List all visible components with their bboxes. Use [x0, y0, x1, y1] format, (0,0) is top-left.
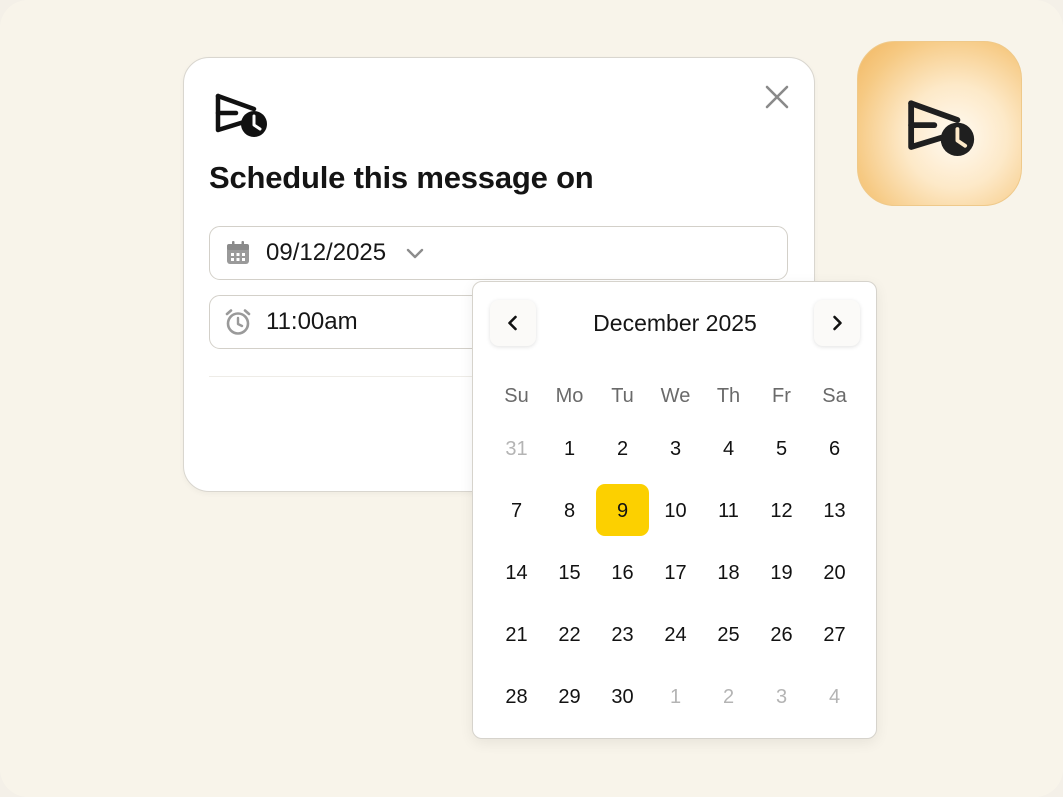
day-label: 22 — [558, 623, 581, 646]
day-cell[interactable]: 11 — [702, 480, 755, 542]
day-cell-selected[interactable]: 9 — [596, 480, 649, 542]
day-label: 9 — [616, 499, 629, 522]
day-label: 13 — [823, 499, 846, 522]
weekday-label: Fr — [772, 384, 791, 407]
date-field[interactable]: 09/12/2025 — [209, 226, 788, 280]
day-cell[interactable]: 29 — [543, 666, 596, 728]
day-cell[interactable]: 5 — [755, 418, 808, 480]
day-label: 30 — [611, 685, 634, 708]
day-cell[interactable]: 21 — [490, 604, 543, 666]
time-value: 11:00am — [266, 308, 358, 335]
app-icon-tile — [857, 41, 1022, 206]
day-label: 14 — [505, 561, 528, 584]
dialog-title: Schedule this message on — [209, 160, 594, 195]
day-label: 28 — [505, 685, 528, 708]
schedule-send-icon — [215, 93, 267, 137]
day-label: 5 — [775, 437, 788, 460]
day-cell[interactable]: 6 — [808, 418, 861, 480]
day-label: 17 — [664, 561, 687, 584]
day-label: 24 — [664, 623, 687, 646]
day-label: 16 — [611, 561, 634, 584]
day-label: 11 — [718, 499, 739, 522]
day-cell[interactable]: 13 — [808, 480, 861, 542]
weekday-header: Su Mo Tu We Th Fr Sa — [490, 370, 861, 422]
day-cell[interactable]: 22 — [543, 604, 596, 666]
day-cell[interactable]: 30 — [596, 666, 649, 728]
day-label: 27 — [823, 623, 846, 646]
weekday-label: Sa — [822, 384, 847, 407]
day-label: 2 — [722, 685, 735, 708]
weekday-label: Tu — [611, 384, 634, 407]
day-cell[interactable]: 4 — [702, 418, 755, 480]
close-icon[interactable] — [762, 82, 792, 112]
day-label: 3 — [669, 437, 682, 460]
day-cell[interactable]: 26 — [755, 604, 808, 666]
day-cell[interactable]: 2 — [596, 418, 649, 480]
day-cell[interactable]: 3 — [755, 666, 808, 728]
chevron-right-icon — [833, 315, 842, 331]
day-label: 6 — [828, 437, 841, 460]
day-label: 18 — [717, 561, 740, 584]
day-label: 29 — [558, 685, 581, 708]
days-grid: 31 1 2 3 4 5 6 7 8 9 10 11 12 13 14 15 16 17 18 19 20 21 22 23 2… — [490, 418, 861, 728]
day-label: 20 — [823, 561, 846, 584]
day-cell[interactable]: 15 — [543, 542, 596, 604]
day-label: 4 — [722, 437, 735, 460]
day-label: 2 — [616, 437, 629, 460]
day-cell[interactable]: 24 — [649, 604, 702, 666]
day-cell[interactable]: 16 — [596, 542, 649, 604]
date-picker-popover: December 2025 Su Mo Tu We Th Fr Sa 31 1 2 3 4 5 6 7 8 9… — [472, 281, 877, 739]
weekday-label: Th — [716, 384, 741, 407]
day-cell[interactable]: 12 — [755, 480, 808, 542]
day-label: 21 — [505, 623, 528, 646]
day-cell[interactable]: 25 — [702, 604, 755, 666]
day-label: 23 — [611, 623, 634, 646]
day-label: 25 — [717, 623, 740, 646]
alarm-clock-icon — [225, 309, 251, 335]
day-cell[interactable]: 18 — [702, 542, 755, 604]
day-cell[interactable]: 10 — [649, 480, 702, 542]
next-month-button[interactable] — [814, 300, 860, 346]
day-label: 8 — [563, 499, 576, 522]
day-cell[interactable]: 31 — [490, 418, 543, 480]
day-cell[interactable]: 7 — [490, 480, 543, 542]
day-label: 7 — [510, 499, 523, 522]
day-cell[interactable]: 27 — [808, 604, 861, 666]
day-label: 10 — [664, 499, 687, 522]
chevron-down-icon[interactable] — [404, 242, 426, 264]
day-label: 31 — [505, 437, 528, 460]
day-label: 3 — [775, 685, 788, 708]
prev-month-button[interactable] — [490, 300, 536, 346]
chevron-left-icon — [508, 315, 517, 331]
schedule-send-icon — [908, 100, 975, 156]
day-cell[interactable]: 3 — [649, 418, 702, 480]
canvas: Schedule this message on 09/12/2025 11:0… — [0, 0, 1063, 797]
day-cell[interactable]: 20 — [808, 542, 861, 604]
day-label: 15 — [558, 561, 581, 584]
date-value: 09/12/2025 — [266, 239, 387, 266]
weekday-label: Su — [504, 384, 529, 407]
day-label: 12 — [770, 499, 793, 522]
day-cell[interactable]: 17 — [649, 542, 702, 604]
day-cell[interactable]: 1 — [649, 666, 702, 728]
weekday-label: Mo — [555, 384, 584, 407]
day-cell[interactable]: 14 — [490, 542, 543, 604]
month-title: December 2025 — [593, 310, 757, 336]
day-label: 26 — [770, 623, 793, 646]
day-label: 4 — [828, 685, 841, 708]
day-cell[interactable]: 23 — [596, 604, 649, 666]
day-cell[interactable]: 19 — [755, 542, 808, 604]
weekday-label: We — [660, 384, 691, 407]
day-cell[interactable]: 1 — [543, 418, 596, 480]
day-label: 19 — [770, 561, 793, 584]
day-label: 1 — [563, 437, 576, 460]
day-label: 1 — [669, 685, 682, 708]
day-cell[interactable]: 8 — [543, 480, 596, 542]
day-cell[interactable]: 4 — [808, 666, 861, 728]
day-cell[interactable]: 2 — [702, 666, 755, 728]
calendar-icon — [227, 241, 249, 264]
day-cell[interactable]: 28 — [490, 666, 543, 728]
